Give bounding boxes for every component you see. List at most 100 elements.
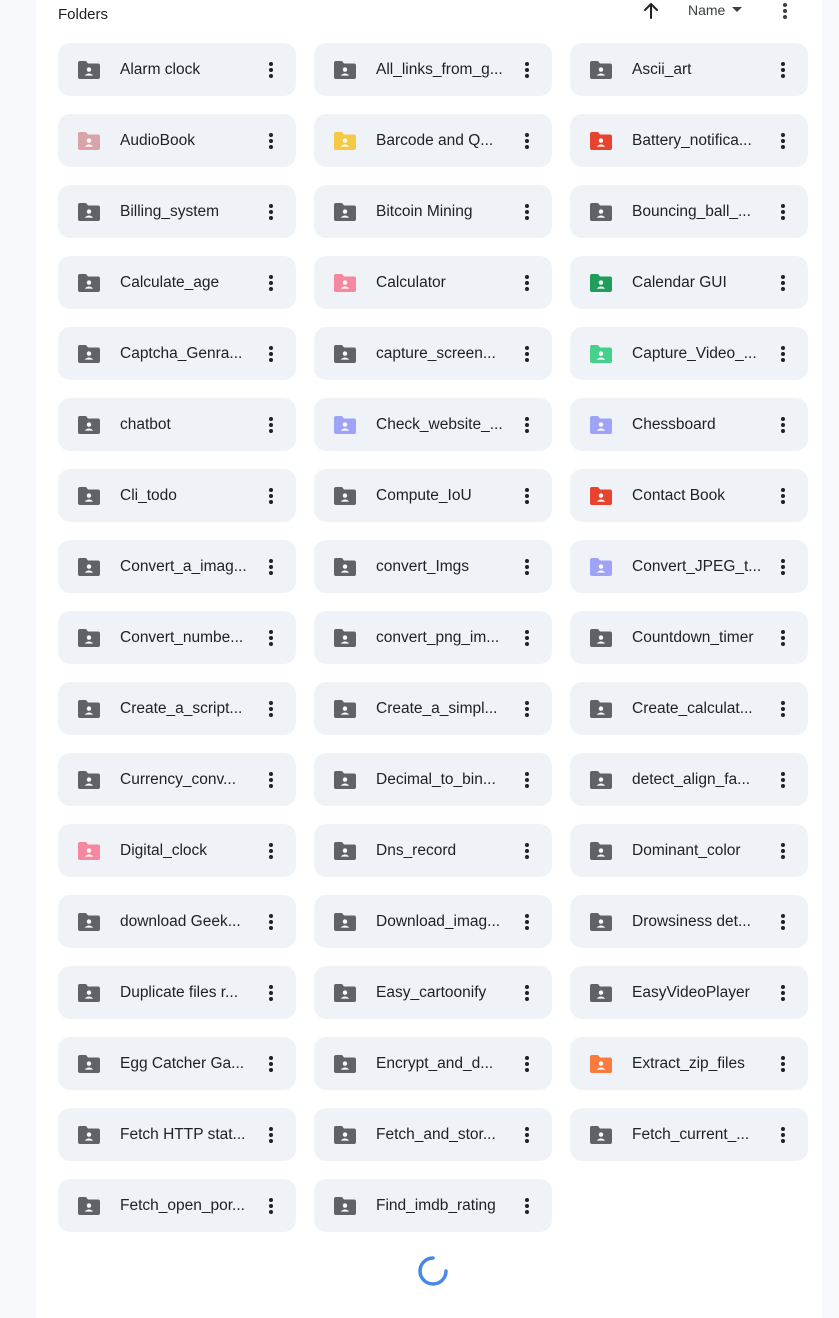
folder-more-button[interactable] — [260, 200, 282, 224]
folder-card[interactable]: detect_align_fa... — [570, 753, 808, 806]
folder-more-button[interactable] — [516, 981, 538, 1005]
folder-card[interactable]: Countdown_timer — [570, 611, 808, 664]
folder-more-button[interactable] — [772, 200, 794, 224]
folder-card[interactable]: capture_screen... — [314, 327, 552, 380]
folder-card[interactable]: Easy_cartoonify — [314, 966, 552, 1019]
folder-card[interactable]: Duplicate files r... — [58, 966, 296, 1019]
folder-card[interactable]: Drowsiness det... — [570, 895, 808, 948]
folder-more-button[interactable] — [260, 839, 282, 863]
folder-card[interactable]: Capture_Video_... — [570, 327, 808, 380]
folder-more-button[interactable] — [260, 342, 282, 366]
folder-card[interactable]: Create_a_script... — [58, 682, 296, 735]
folder-more-button[interactable] — [260, 1123, 282, 1147]
folder-card[interactable]: Fetch_open_por... — [58, 1179, 296, 1232]
folder-card[interactable]: Fetch_and_stor... — [314, 1108, 552, 1161]
folder-card[interactable]: Decimal_to_bin... — [314, 753, 552, 806]
folder-card[interactable]: Billing_system — [58, 185, 296, 238]
folder-more-button[interactable] — [772, 413, 794, 437]
folder-more-button[interactable] — [772, 342, 794, 366]
folder-card[interactable]: All_links_from_g... — [314, 43, 552, 96]
folder-card[interactable]: Calculate_age — [58, 256, 296, 309]
folder-more-button[interactable] — [516, 1052, 538, 1076]
folder-more-button[interactable] — [260, 555, 282, 579]
folder-card[interactable]: AudioBook — [58, 114, 296, 167]
folder-more-button[interactable] — [260, 484, 282, 508]
folder-card[interactable]: Convert_a_imag... — [58, 540, 296, 593]
folder-more-button[interactable] — [772, 1123, 794, 1147]
folder-card[interactable]: convert_png_im... — [314, 611, 552, 664]
folder-more-button[interactable] — [260, 413, 282, 437]
folder-card[interactable]: Dns_record — [314, 824, 552, 877]
folder-more-button[interactable] — [516, 1123, 538, 1147]
folder-more-button[interactable] — [772, 484, 794, 508]
folder-more-button[interactable] — [772, 839, 794, 863]
folder-card[interactable]: Fetch_current_... — [570, 1108, 808, 1161]
folder-more-button[interactable] — [260, 910, 282, 934]
folder-card[interactable]: Create_a_simpl... — [314, 682, 552, 735]
folder-more-button[interactable] — [772, 697, 794, 721]
folder-more-button[interactable] — [516, 839, 538, 863]
folder-card[interactable]: Cli_todo — [58, 469, 296, 522]
folder-more-button[interactable] — [516, 626, 538, 650]
folder-more-button[interactable] — [516, 129, 538, 153]
folder-more-button[interactable] — [516, 271, 538, 295]
folder-card[interactable]: Find_imdb_rating — [314, 1179, 552, 1232]
folder-more-button[interactable] — [516, 555, 538, 579]
folder-card[interactable]: Create_calculat... — [570, 682, 808, 735]
folder-more-button[interactable] — [516, 413, 538, 437]
header-more-button[interactable] — [774, 0, 796, 22]
folder-more-button[interactable] — [516, 697, 538, 721]
folder-more-button[interactable] — [260, 1194, 282, 1218]
folder-card[interactable]: Digital_clock — [58, 824, 296, 877]
folder-card[interactable]: Convert_numbe... — [58, 611, 296, 664]
folder-card[interactable]: Check_website_... — [314, 398, 552, 451]
folder-more-button[interactable] — [516, 58, 538, 82]
folder-more-button[interactable] — [772, 981, 794, 1005]
folder-more-button[interactable] — [772, 129, 794, 153]
folder-card[interactable]: Chessboard — [570, 398, 808, 451]
folder-more-button[interactable] — [260, 1052, 282, 1076]
folder-more-button[interactable] — [772, 626, 794, 650]
folder-card[interactable]: convert_Imgs — [314, 540, 552, 593]
folder-card[interactable]: chatbot — [58, 398, 296, 451]
folder-more-button[interactable] — [260, 768, 282, 792]
folder-card[interactable]: download Geek... — [58, 895, 296, 948]
folder-more-button[interactable] — [260, 981, 282, 1005]
folder-card[interactable]: Currency_conv... — [58, 753, 296, 806]
folder-more-button[interactable] — [260, 271, 282, 295]
folder-more-button[interactable] — [772, 910, 794, 934]
folder-card[interactable]: Ascii_art — [570, 43, 808, 96]
folder-more-button[interactable] — [772, 555, 794, 579]
folder-more-button[interactable] — [260, 697, 282, 721]
folder-more-button[interactable] — [516, 484, 538, 508]
folder-card[interactable]: Captcha_Genra... — [58, 327, 296, 380]
folder-card[interactable]: Barcode and Q... — [314, 114, 552, 167]
folder-more-button[interactable] — [516, 1194, 538, 1218]
folder-more-button[interactable] — [772, 768, 794, 792]
folder-more-button[interactable] — [260, 626, 282, 650]
folder-card[interactable]: Download_imag... — [314, 895, 552, 948]
folder-card[interactable]: Calendar GUI — [570, 256, 808, 309]
folder-card[interactable]: Battery_notifica... — [570, 114, 808, 167]
sort-direction-button[interactable] — [640, 0, 662, 22]
folder-card[interactable]: Bouncing_ball_... — [570, 185, 808, 238]
folder-card[interactable]: Bitcoin Mining — [314, 185, 552, 238]
folder-card[interactable]: EasyVideoPlayer — [570, 966, 808, 1019]
folder-card[interactable]: Egg Catcher Ga... — [58, 1037, 296, 1090]
folder-card[interactable]: Fetch HTTP stat... — [58, 1108, 296, 1161]
folder-card[interactable]: Calculator — [314, 256, 552, 309]
folder-more-button[interactable] — [260, 129, 282, 153]
folder-card[interactable]: Extract_zip_files — [570, 1037, 808, 1090]
folder-more-button[interactable] — [772, 58, 794, 82]
folder-card[interactable]: Encrypt_and_d... — [314, 1037, 552, 1090]
folder-card[interactable]: Compute_IoU — [314, 469, 552, 522]
folder-more-button[interactable] — [260, 58, 282, 82]
folder-more-button[interactable] — [516, 768, 538, 792]
folder-card[interactable]: Contact Book — [570, 469, 808, 522]
folder-more-button[interactable] — [516, 910, 538, 934]
folder-more-button[interactable] — [772, 271, 794, 295]
folder-card[interactable]: Alarm clock — [58, 43, 296, 96]
folder-more-button[interactable] — [516, 200, 538, 224]
folder-card[interactable]: Dominant_color — [570, 824, 808, 877]
folder-more-button[interactable] — [516, 342, 538, 366]
